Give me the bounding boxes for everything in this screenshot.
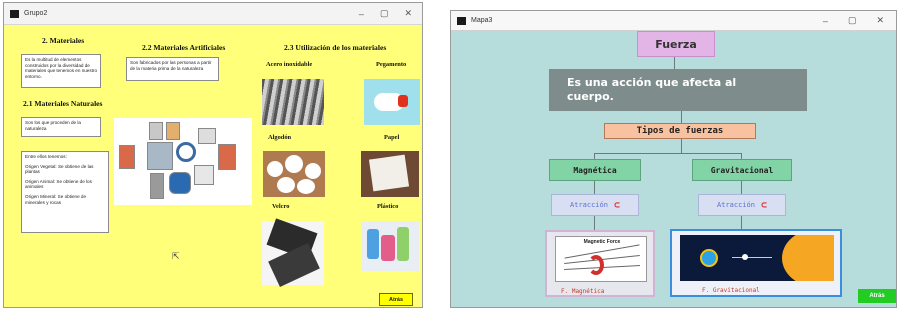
minimize-icon[interactable]: – bbox=[359, 9, 364, 19]
close-icon[interactable]: ✕ bbox=[404, 8, 412, 19]
materiales-text: Es la multitud de elementos construidos … bbox=[25, 57, 98, 79]
title-bar: Mapa3 – ▢ ✕ bbox=[451, 11, 896, 31]
root-node: Fuerza bbox=[637, 31, 715, 57]
connector-line bbox=[681, 139, 682, 153]
maximize-icon[interactable]: ▢ bbox=[848, 15, 857, 26]
app-icon bbox=[457, 16, 466, 25]
algodon-image bbox=[263, 151, 325, 197]
definition-node: Es una acción que afecta al cuerpo. bbox=[549, 69, 807, 111]
materials-window: Grupo2 – ▢ ✕ 2. Materiales Es la multitu… bbox=[3, 2, 423, 308]
forces-map-window: Mapa3 – ▢ ✕ Fuerza Es una acción que afe… bbox=[450, 10, 897, 308]
window-title: Mapa3 bbox=[471, 17, 493, 24]
naturales-list-item: Entre ellos tenemos: bbox=[25, 154, 67, 159]
connector-line bbox=[674, 57, 675, 69]
naturales-list-item: Origen Mineral: Se obtiene de minerales … bbox=[25, 193, 87, 205]
artificiales-text-box: Son fabricados por las personas a partir… bbox=[126, 57, 219, 81]
collage-tile bbox=[150, 173, 164, 199]
acero-image bbox=[262, 79, 324, 125]
maximize-icon[interactable]: ▢ bbox=[380, 8, 389, 19]
magnetic-force-card: Magnetic Force F. Magnética bbox=[545, 230, 655, 297]
connector-line bbox=[594, 153, 741, 154]
gravitational-force-card: F. Gravitacional bbox=[670, 229, 842, 297]
connector-line bbox=[594, 216, 595, 230]
collage-tile bbox=[147, 142, 173, 170]
sub-node-gravitacional: Atracción ⊂ bbox=[698, 194, 786, 216]
app-icon bbox=[10, 9, 19, 18]
minimize-icon[interactable]: – bbox=[823, 16, 828, 26]
branch-magnetica: Magnética bbox=[549, 159, 641, 181]
connector-line bbox=[741, 181, 742, 194]
magnetic-force-image-title: Magnetic Force bbox=[583, 239, 621, 245]
naturales-list-item: Origen Vegetal: Se obtiene de las planta… bbox=[25, 163, 94, 175]
mouse-cursor-icon: ⇱ bbox=[172, 251, 180, 261]
materiales-text-box: Es la multitud de elementos construidos … bbox=[21, 54, 101, 88]
collage-tile bbox=[194, 165, 214, 185]
heading-materiales: 2. Materiales bbox=[42, 36, 85, 45]
artificiales-text: Son fabricados por las personas a partir… bbox=[130, 60, 212, 71]
label-algodon: Algodón bbox=[268, 134, 292, 141]
pegamento-image bbox=[364, 79, 420, 125]
atras-button[interactable]: Atrás bbox=[858, 289, 896, 303]
materials-collage-image bbox=[114, 118, 252, 205]
atras-button[interactable]: Atrás bbox=[379, 293, 413, 306]
gravitational-caption: F. Gravitacional bbox=[702, 287, 760, 294]
label-velcro: Velcro bbox=[272, 203, 290, 210]
magnet-icon: ⊂ bbox=[760, 199, 767, 211]
close-icon[interactable]: ✕ bbox=[876, 15, 884, 26]
naturales-list-item: Origen Animal: Se obtiene de los animale… bbox=[25, 178, 92, 190]
label-papel: Papel bbox=[384, 134, 400, 141]
magnetic-force-image: Magnetic Force bbox=[555, 236, 647, 282]
label-acero: Acero inoxidable bbox=[266, 61, 313, 68]
magnet-icon: ⊂ bbox=[613, 199, 620, 211]
collage-tile bbox=[198, 128, 216, 144]
horseshoe-magnet-icon bbox=[588, 255, 604, 275]
magnetic-caption: F. Magnética bbox=[561, 288, 605, 295]
connector-line bbox=[681, 111, 682, 123]
heading-materiales-artificiales: 2.2 Materiales Artificiales bbox=[142, 43, 226, 52]
title-bar: Grupo2 – ▢ ✕ bbox=[4, 3, 422, 25]
collage-tile bbox=[149, 122, 163, 140]
branch-gravitacional: Gravitacional bbox=[692, 159, 792, 181]
sub-label: Atracción bbox=[717, 201, 755, 209]
connector-line bbox=[741, 216, 742, 230]
planet-icon bbox=[700, 249, 718, 267]
naturales-list-box: Entre ellos tenemos: Origen Vegetal: Se … bbox=[21, 151, 109, 233]
collage-tile bbox=[166, 122, 180, 140]
naturales-text-box: Son los que proceden de la naturaleza bbox=[21, 117, 101, 137]
heading-utilizacion: 2.3 Utilización de los materiales bbox=[284, 43, 387, 52]
label-pegamento: Pegamento bbox=[376, 61, 407, 68]
sub-label: Atracción bbox=[570, 201, 608, 209]
plastico-image bbox=[361, 221, 419, 271]
sub-node-magnetica: Atracción ⊂ bbox=[551, 194, 639, 216]
velcro-image bbox=[262, 218, 324, 287]
connector-line bbox=[594, 181, 595, 194]
gravitational-force-image bbox=[680, 235, 834, 281]
papel-image bbox=[361, 151, 419, 197]
heading-materiales-naturales: 2.1 Materiales Naturales bbox=[23, 99, 103, 108]
collage-tile bbox=[119, 145, 135, 169]
label-plastico: Plástico bbox=[377, 203, 399, 210]
collage-tile bbox=[176, 142, 196, 162]
window-title: Grupo2 bbox=[24, 10, 48, 17]
types-node: Tipos de fuerzas bbox=[604, 123, 756, 139]
naturales-text: Son los que proceden de la naturaleza bbox=[25, 120, 81, 131]
collage-tile bbox=[169, 172, 191, 194]
sun-icon bbox=[782, 235, 834, 281]
collage-tile bbox=[218, 144, 236, 170]
